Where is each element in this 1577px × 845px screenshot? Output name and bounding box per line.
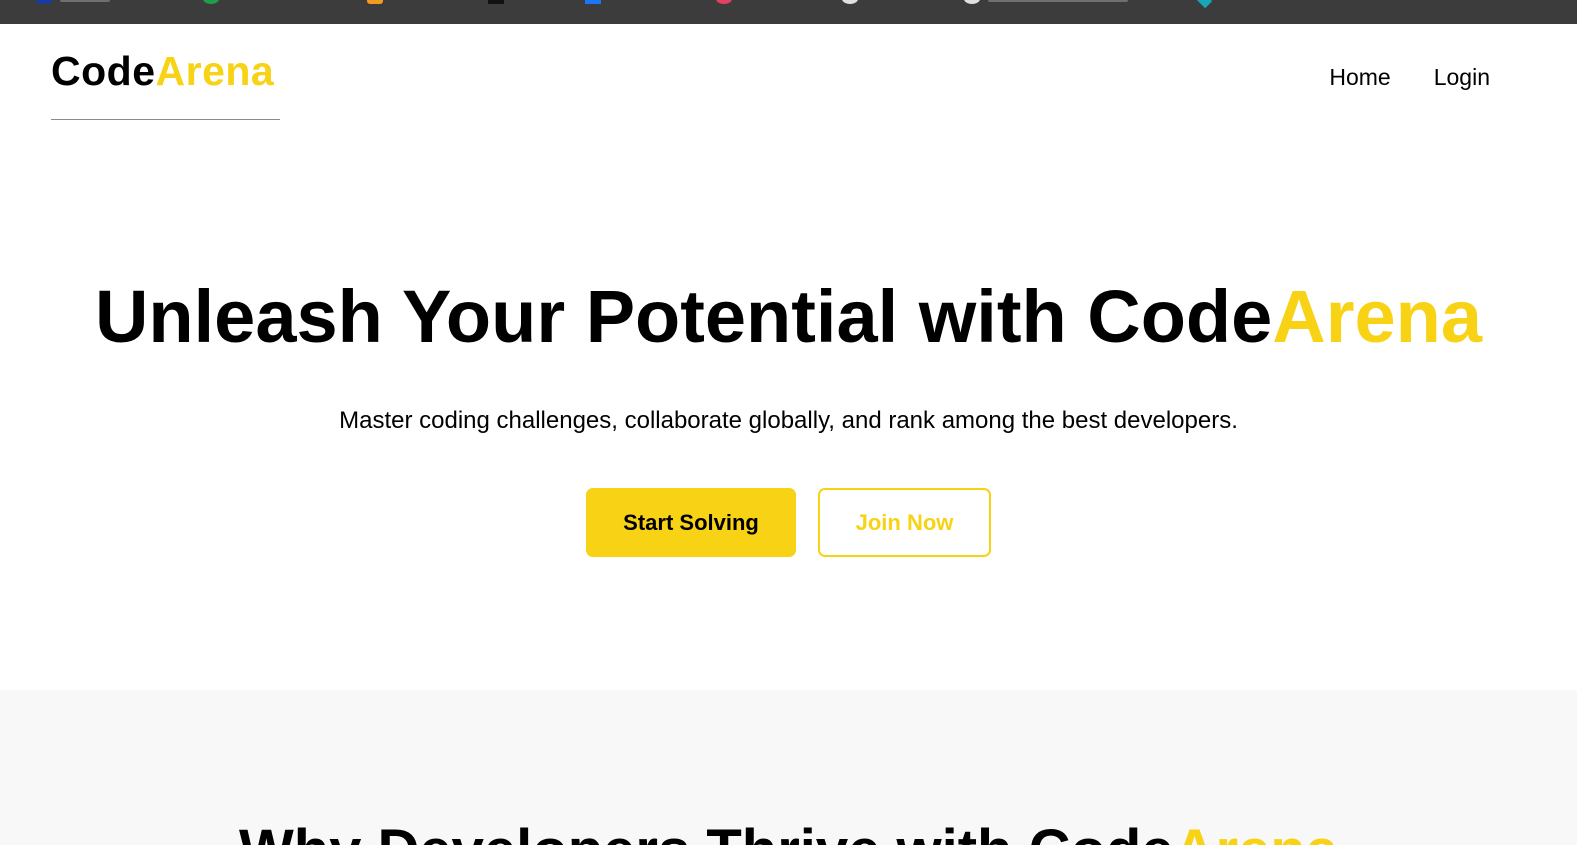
main-nav: Home Login	[1329, 66, 1490, 89]
nav-home-link[interactable]: Home	[1329, 66, 1390, 89]
bookmark-icon[interactable]	[964, 0, 980, 4]
hero-title-accent: Arena	[1272, 275, 1483, 358]
start-solving-button[interactable]: Start Solving	[586, 488, 796, 557]
logo-text-code: Code	[51, 48, 156, 94]
bookmark-icon[interactable]	[203, 0, 219, 4]
bookmark-icon[interactable]	[367, 0, 383, 4]
hero-title: Unleash Your Potential with CodeArena	[0, 280, 1577, 354]
hero-subtitle: Master coding challenges, collaborate gl…	[339, 407, 1238, 434]
join-now-button[interactable]: Join Now	[818, 488, 991, 557]
browser-bookmarks-bar	[0, 0, 1577, 24]
bookmark-label[interactable]	[60, 0, 110, 2]
bookmark-icon[interactable]	[488, 0, 504, 4]
bookmark-icon[interactable]	[1193, 0, 1213, 9]
page: CodeArena Home Login Unleash Your Potent…	[0, 0, 1577, 845]
logo[interactable]: CodeArena	[51, 51, 274, 92]
nav-login-link[interactable]: Login	[1434, 66, 1490, 89]
logo-underline	[51, 119, 280, 120]
features-section: Why Developers Thrive with CodeArena	[0, 690, 1577, 845]
bookmark-icon[interactable]	[36, 0, 52, 4]
bookmark-icon[interactable]	[716, 0, 732, 4]
features-title-accent: Arena	[1174, 818, 1338, 845]
features-title-main: Why Developers Thrive with Code	[239, 818, 1174, 845]
facebook-icon[interactable]	[585, 0, 601, 4]
cta-buttons: Start Solving Join Now	[0, 488, 1577, 557]
bookmark-icon[interactable]	[842, 0, 858, 4]
logo-text-arena: Arena	[155, 48, 275, 94]
site-header: CodeArena Home Login	[0, 24, 1577, 124]
bookmark-label[interactable]	[988, 0, 1128, 2]
hero-title-main: Unleash Your Potential with Code	[94, 275, 1273, 358]
features-title: Why Developers Thrive with CodeArena	[0, 822, 1577, 845]
hero-section: Unleash Your Potential with CodeArena Ma…	[0, 124, 1577, 690]
